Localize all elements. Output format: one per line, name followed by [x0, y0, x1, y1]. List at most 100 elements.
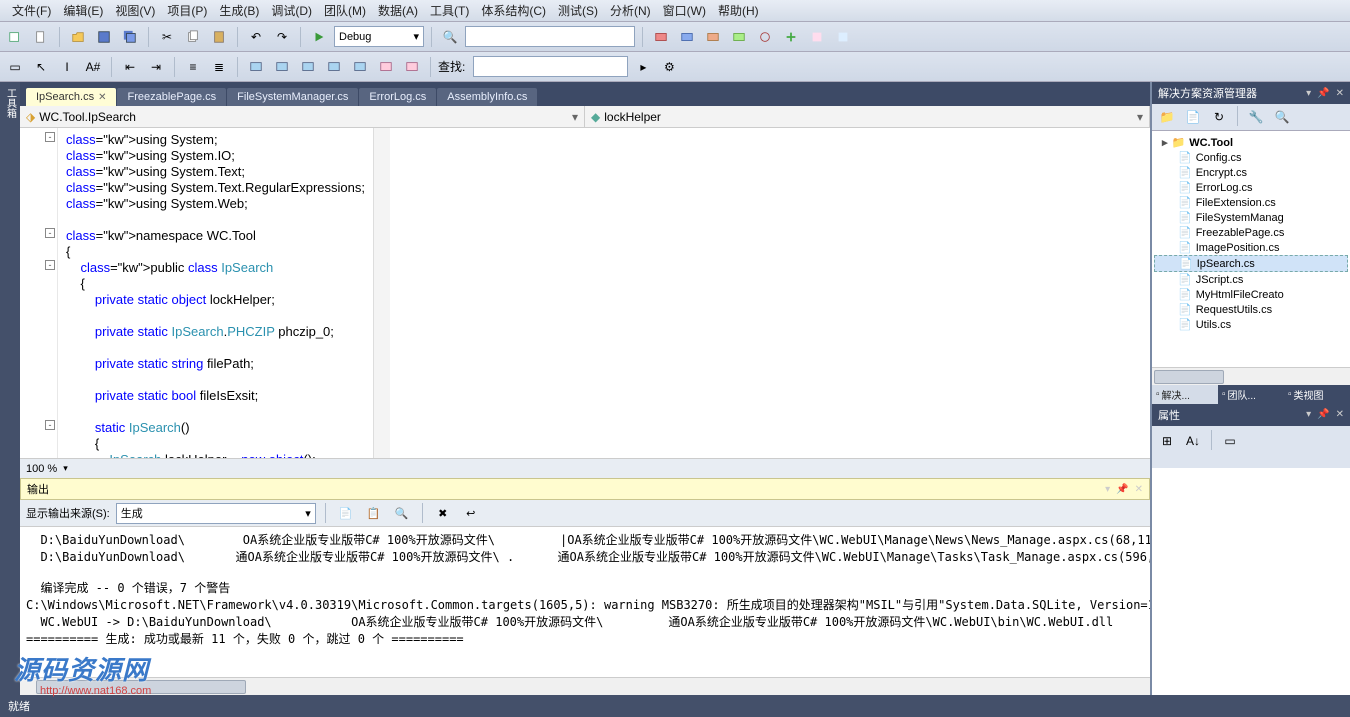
sol-btn-4[interactable]: 🔍: [1271, 106, 1293, 128]
window-7-icon[interactable]: [401, 56, 423, 78]
document-tab[interactable]: AssemblyInfo.cs: [437, 88, 537, 106]
document-tab[interactable]: IpSearch.cs✕: [26, 88, 116, 106]
panel-tab[interactable]: ▫类视图: [1284, 385, 1350, 404]
document-tab[interactable]: FreezablePage.cs: [117, 88, 226, 106]
dropdown-icon[interactable]: ▾: [1306, 409, 1311, 420]
tree-file[interactable]: 📄 Utils.cs: [1154, 317, 1348, 332]
menu-item[interactable]: 调试(D): [265, 0, 318, 21]
find-combo[interactable]: [473, 56, 628, 77]
solution-tree[interactable]: ▸ 📁 WC.Tool📄 Config.cs📄 Encrypt.cs📄 Erro…: [1152, 131, 1350, 367]
paste-icon[interactable]: [208, 26, 230, 48]
tree-root[interactable]: ▸ 📁 WC.Tool: [1154, 135, 1348, 150]
prop-sort-icon[interactable]: A↓: [1182, 430, 1204, 452]
tree-file[interactable]: 📄 Config.cs: [1154, 150, 1348, 165]
tb-icon-3[interactable]: [702, 26, 724, 48]
tb-icon-4[interactable]: [728, 26, 750, 48]
close-icon[interactable]: ✕: [1336, 88, 1344, 99]
block-uncomment-icon[interactable]: ≣: [208, 56, 230, 78]
dropdown-icon[interactable]: ▾: [1306, 88, 1311, 99]
window-5-icon[interactable]: [349, 56, 371, 78]
fold-icon[interactable]: -: [45, 260, 55, 270]
fold-icon[interactable]: -: [45, 132, 55, 142]
menu-item[interactable]: 工具(T): [424, 0, 475, 21]
block-comment-icon[interactable]: ≡: [182, 56, 204, 78]
sol-btn-1[interactable]: 📁: [1156, 106, 1178, 128]
toolbox-strip[interactable]: 工具箱: [0, 82, 20, 695]
menu-item[interactable]: 体系结构(C): [475, 0, 552, 21]
save-icon[interactable]: [93, 26, 115, 48]
code-text[interactable]: class="kw">using System; class="kw">usin…: [58, 128, 373, 458]
tree-file[interactable]: 📄 FreezablePage.cs: [1154, 225, 1348, 240]
new-file-icon[interactable]: [30, 26, 52, 48]
window-1-icon[interactable]: [245, 56, 267, 78]
redo-icon[interactable]: ↷: [271, 26, 293, 48]
find-opt-icon[interactable]: ⚙: [658, 56, 680, 78]
type-dropdown[interactable]: ⬗ WC.Tool.IpSearch ▾: [20, 106, 585, 127]
tree-file[interactable]: 📄 FileExtension.cs: [1154, 195, 1348, 210]
text-cursor-icon[interactable]: I: [56, 56, 78, 78]
menu-item[interactable]: 文件(F): [6, 0, 57, 21]
tree-file[interactable]: 📄 FileSystemManag: [1154, 210, 1348, 225]
pin-icon[interactable]: 📌: [1317, 409, 1329, 420]
output-btn-3[interactable]: 🔍: [391, 502, 413, 524]
undo-icon[interactable]: ↶: [245, 26, 267, 48]
cut-icon[interactable]: ✂: [156, 26, 178, 48]
start-icon[interactable]: [308, 26, 330, 48]
window-2-icon[interactable]: [271, 56, 293, 78]
member-dropdown[interactable]: ◆ lockHelper ▾: [585, 106, 1150, 127]
prop-page-icon[interactable]: ▭: [1219, 430, 1241, 452]
output-clear-icon[interactable]: ✖: [432, 502, 454, 524]
tb-icon-8[interactable]: [832, 26, 854, 48]
code-editor[interactable]: - - - - class="kw">using System; class="…: [20, 128, 1150, 458]
tb-icon-6[interactable]: [780, 26, 802, 48]
cursor-icon[interactable]: ↖: [30, 56, 52, 78]
tb-icon-5[interactable]: [754, 26, 776, 48]
sol-btn-3[interactable]: 🔧: [1245, 106, 1267, 128]
sol-btn-2[interactable]: 📄: [1182, 106, 1204, 128]
menu-item[interactable]: 编辑(E): [57, 0, 109, 21]
indent-more-icon[interactable]: ⇥: [145, 56, 167, 78]
find-go-icon[interactable]: ▸: [632, 56, 654, 78]
menu-item[interactable]: 测试(S): [552, 0, 604, 21]
panel-tab[interactable]: ▫团队...: [1218, 385, 1284, 404]
output-btn-2[interactable]: 📋: [363, 502, 385, 524]
panel-tab[interactable]: ▫解决...: [1152, 385, 1218, 404]
menu-item[interactable]: 视图(V): [109, 0, 161, 21]
output-btn-1[interactable]: 📄: [335, 502, 357, 524]
fold-icon[interactable]: -: [45, 228, 55, 238]
menu-item[interactable]: 分析(N): [604, 0, 657, 21]
menu-item[interactable]: 项目(P): [161, 0, 213, 21]
tb-icon-2[interactable]: [676, 26, 698, 48]
save-all-icon[interactable]: [119, 26, 141, 48]
vertical-scrollbar[interactable]: [373, 128, 390, 458]
solution-hscroll[interactable]: [1152, 367, 1350, 385]
prop-cat-icon[interactable]: ⊞: [1156, 430, 1178, 452]
output-hscrollbar[interactable]: [20, 677, 1150, 695]
tree-file[interactable]: 📄 Encrypt.cs: [1154, 165, 1348, 180]
window-3-icon[interactable]: [297, 56, 319, 78]
window-4-icon[interactable]: [323, 56, 345, 78]
sel-icon[interactable]: ▭: [4, 56, 26, 78]
document-tab[interactable]: ErrorLog.cs: [359, 88, 436, 106]
window-6-icon[interactable]: [375, 56, 397, 78]
comment-icon[interactable]: A#: [82, 56, 104, 78]
tree-file[interactable]: 📄 JScript.cs: [1154, 272, 1348, 287]
output-wrap-icon[interactable]: ↩: [460, 502, 482, 524]
find-input[interactable]: [465, 26, 635, 47]
tree-file[interactable]: 📄 ErrorLog.cs: [1154, 180, 1348, 195]
tree-file[interactable]: 📄 MyHtmlFileCreato: [1154, 287, 1348, 302]
new-project-icon[interactable]: [4, 26, 26, 48]
config-combo[interactable]: Debug▾: [334, 26, 424, 47]
pin-icon[interactable]: 📌: [1317, 88, 1329, 99]
fold-icon[interactable]: -: [45, 420, 55, 430]
menu-item[interactable]: 帮助(H): [712, 0, 765, 21]
document-tab[interactable]: FileSystemManager.cs: [227, 88, 358, 106]
tree-file[interactable]: 📄 RequestUtils.cs: [1154, 302, 1348, 317]
tb-icon-7[interactable]: [806, 26, 828, 48]
sol-refresh-icon[interactable]: ↻: [1208, 106, 1230, 128]
output-text[interactable]: D:\BaiduYunDownload\ OA系统企业版专业版带C# 100%开…: [20, 527, 1150, 677]
indent-less-icon[interactable]: ⇤: [119, 56, 141, 78]
zoom-level[interactable]: 100 %: [26, 463, 57, 475]
menu-item[interactable]: 数据(A): [372, 0, 424, 21]
menu-item[interactable]: 生成(B): [213, 0, 265, 21]
